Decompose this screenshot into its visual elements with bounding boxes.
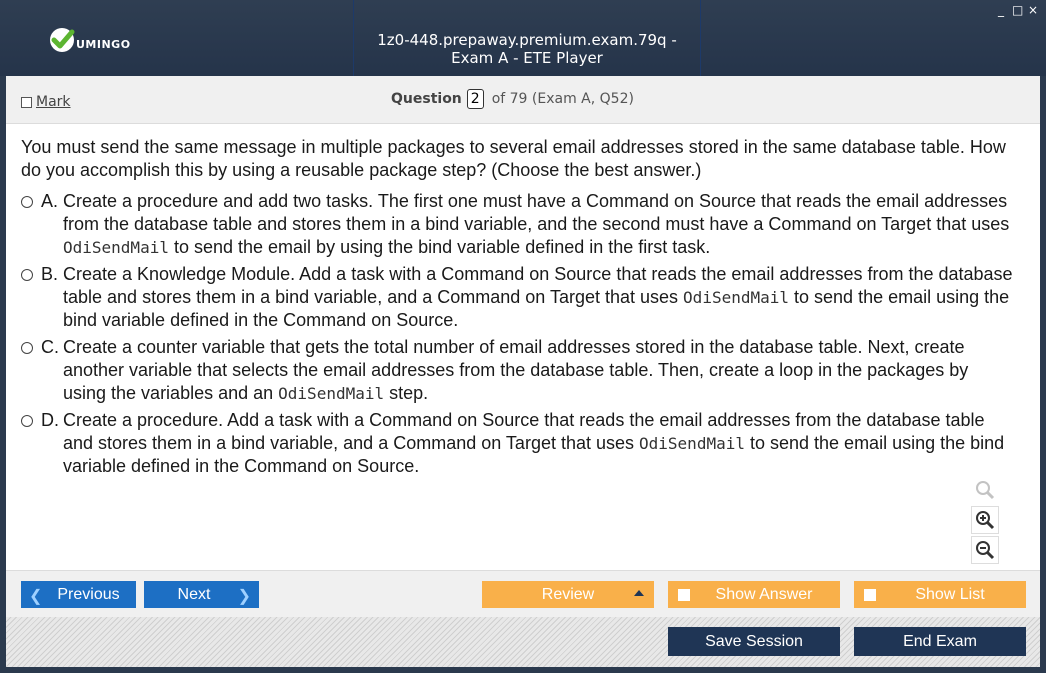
show-answer-button[interactable]: Show Answer bbox=[668, 581, 840, 608]
option-b[interactable]: B. Create a Knowledge Module. Add a task… bbox=[21, 263, 1016, 332]
review-button[interactable]: Review bbox=[482, 581, 654, 608]
next-button[interactable]: Next ❯ bbox=[144, 581, 259, 608]
show-answer-checkbox[interactable] bbox=[678, 589, 690, 601]
option-b-radio[interactable] bbox=[21, 269, 33, 281]
logo-text: UMINGO bbox=[76, 37, 131, 51]
end-exam-button[interactable]: End Exam bbox=[854, 627, 1026, 656]
question-number-input[interactable]: 2 bbox=[466, 89, 484, 109]
option-b-letter: B. bbox=[41, 264, 59, 284]
question-total: of 79 (Exam A, Q52) bbox=[491, 91, 634, 107]
question-text: You must send the same message in multip… bbox=[21, 137, 1006, 180]
mark-checkbox-box[interactable] bbox=[21, 96, 32, 108]
question-body: You must send the same message in multip… bbox=[21, 136, 1016, 482]
show-list-button[interactable]: Show List bbox=[854, 581, 1026, 608]
show-list-label: Show List bbox=[915, 585, 985, 603]
option-c[interactable]: C. Create a counter variable that gets t… bbox=[21, 336, 1016, 405]
option-a-letter: A. bbox=[41, 191, 59, 211]
option-a-text: Create a procedure and add two tasks. Th… bbox=[63, 191, 1010, 257]
option-a[interactable]: A. Create a procedure and add two tasks.… bbox=[21, 190, 1016, 259]
question-label: Question bbox=[391, 91, 462, 107]
option-a-radio[interactable] bbox=[21, 196, 33, 208]
navigation-bar: ❮ Previous Next ❯ Review Show Answer Sho… bbox=[6, 570, 1040, 617]
window-controls: _ □ × bbox=[996, 4, 1038, 16]
question-header: Mark Question 2 of 79 (Exam A, Q52) bbox=[6, 76, 1040, 124]
zoom-tools bbox=[971, 476, 1001, 566]
save-session-button[interactable]: Save Session bbox=[668, 627, 840, 656]
search-icon[interactable] bbox=[971, 476, 999, 504]
chevron-right-icon: ❯ bbox=[237, 588, 251, 605]
check-logo-icon bbox=[50, 28, 75, 52]
exam-frame: Mark Question 2 of 79 (Exam A, Q52) You … bbox=[6, 76, 1040, 667]
close-button[interactable]: × bbox=[1028, 4, 1038, 16]
option-d[interactable]: D. Create a procedure. Add a task with a… bbox=[21, 409, 1016, 478]
option-c-radio[interactable] bbox=[21, 342, 33, 354]
option-d-text: Create a procedure. Add a task with a Co… bbox=[63, 410, 1005, 476]
question-counter: Question 2 of 79 (Exam A, Q52) bbox=[391, 89, 634, 109]
option-b-text: Create a Knowledge Module. Add a task wi… bbox=[63, 264, 1013, 330]
option-c-text: Create a counter variable that gets the … bbox=[63, 337, 969, 403]
option-c-letter: C. bbox=[41, 337, 59, 357]
caret-up-icon bbox=[634, 590, 644, 596]
chevron-left-icon: ❮ bbox=[29, 588, 43, 605]
title-separator bbox=[700, 0, 701, 76]
option-d-radio[interactable] bbox=[21, 415, 33, 427]
zoom-out-icon[interactable] bbox=[971, 536, 999, 564]
option-d-letter: D. bbox=[41, 410, 59, 430]
window-title: 1z0-448.prepaway.premium.exam.79q - Exam… bbox=[377, 31, 677, 67]
mark-checkbox[interactable]: Mark bbox=[21, 94, 71, 110]
app-logo: UMINGO bbox=[48, 24, 131, 56]
next-label: Next bbox=[177, 585, 211, 603]
previous-button[interactable]: ❮ Previous bbox=[21, 581, 136, 608]
previous-label: Previous bbox=[57, 585, 120, 603]
session-bar: Save Session End Exam bbox=[6, 617, 1040, 667]
title-bar: UMINGO 1z0-448.prepaway.premium.exam.79q… bbox=[0, 0, 1046, 76]
show-list-checkbox[interactable] bbox=[864, 589, 876, 601]
maximize-button[interactable]: □ bbox=[1012, 4, 1023, 16]
end-exam-label: End Exam bbox=[903, 632, 977, 650]
minimize-button[interactable]: _ bbox=[996, 4, 1006, 16]
mark-label: Mark bbox=[36, 94, 71, 110]
review-label: Review bbox=[541, 585, 595, 603]
zoom-in-icon[interactable] bbox=[971, 506, 999, 534]
save-session-label: Save Session bbox=[705, 632, 803, 650]
show-answer-label: Show Answer bbox=[715, 585, 813, 603]
